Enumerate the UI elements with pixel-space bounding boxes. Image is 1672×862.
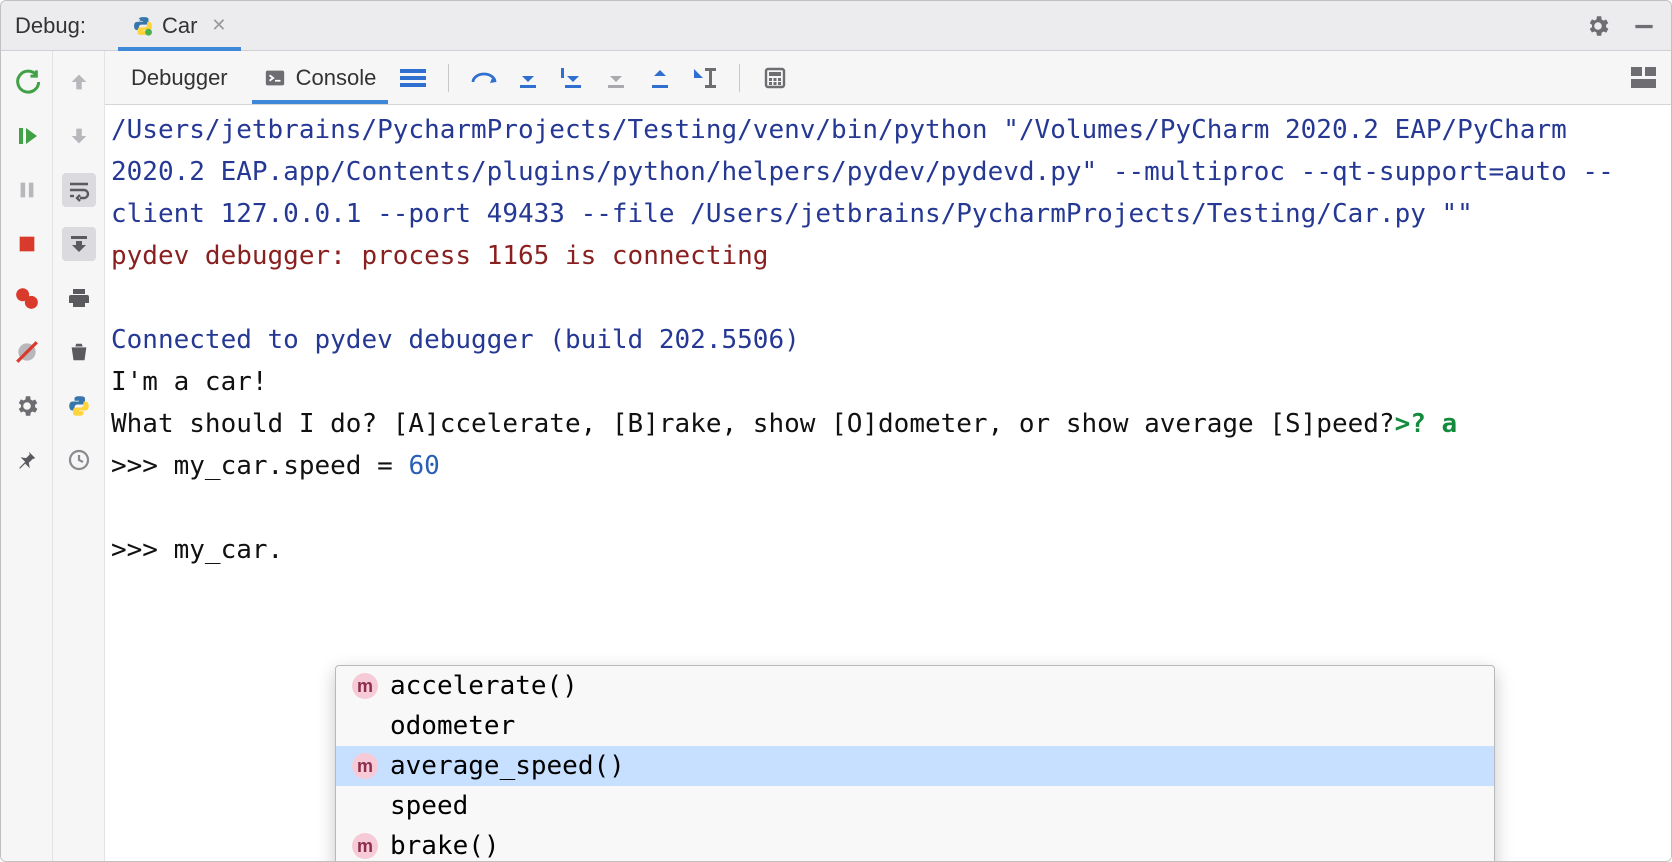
tab-label: Car (162, 13, 197, 39)
up-arrow-icon[interactable] (62, 65, 96, 99)
right-pane: Debugger Console (105, 51, 1671, 861)
force-step-into-icon[interactable] (597, 59, 635, 97)
down-arrow-icon[interactable] (62, 119, 96, 153)
threads-icon[interactable] (394, 59, 432, 97)
tab-debugger-label: Debugger (131, 65, 228, 91)
console-out2: What should I do? [A]ccelerate, [B]rake,… (111, 403, 1665, 445)
console-output[interactable]: /Users/jetbrains/PycharmProjects/Testing… (105, 105, 1671, 861)
method-badge-icon: m (352, 673, 378, 699)
completion-item-label: average_speed() (390, 745, 625, 787)
rerun-icon[interactable] (10, 65, 44, 99)
tab-car[interactable]: Car ✕ (118, 1, 241, 50)
console-icon (264, 67, 286, 89)
tool-window-title: Debug: (15, 13, 86, 39)
scroll-to-end-icon[interactable] (62, 227, 96, 261)
method-badge-icon: m (352, 833, 378, 859)
completion-item[interactable]: mspeed (336, 786, 1494, 826)
hide-icon[interactable] (1631, 13, 1657, 39)
debug-settings-icon[interactable] (10, 389, 44, 423)
print-icon[interactable] (62, 281, 96, 315)
python-console-icon[interactable] (62, 389, 96, 423)
completion-item-label: odometer (390, 705, 515, 747)
step-into-icon[interactable] (509, 59, 547, 97)
step-over-icon[interactable] (465, 59, 503, 97)
resume-icon[interactable] (10, 119, 44, 153)
body: Debugger Console (1, 51, 1671, 861)
debugger-toolbar: Debugger Console (105, 51, 1671, 105)
console-gutter-strip (53, 51, 105, 861)
console-out1: I'm a car! (111, 361, 1665, 403)
completion-popup: maccelerate()modometermaverage_speed()ms… (335, 665, 1495, 861)
completion-item[interactable]: m average_speed() (336, 746, 1494, 786)
completion-item-label: brake() (390, 825, 500, 861)
completion-item[interactable]: m accelerate() (336, 666, 1494, 706)
config-tabs: Car ✕ (118, 1, 241, 50)
mute-breakpoints-icon[interactable] (10, 335, 44, 369)
history-icon[interactable] (62, 443, 96, 477)
tab-console-label: Console (296, 65, 377, 91)
console-pydev-connecting: pydev debugger: process 1165 is connecti… (111, 235, 1665, 277)
console-connected: Connected to pydev debugger (build 202.5… (111, 319, 1665, 361)
gear-icon[interactable] (1585, 13, 1611, 39)
step-out-icon[interactable] (641, 59, 679, 97)
completion-item[interactable]: m brake() (336, 826, 1494, 861)
soft-wrap-icon[interactable] (62, 173, 96, 207)
method-badge-icon: m (352, 753, 378, 779)
close-icon[interactable]: ✕ (211, 15, 226, 36)
console-command-line: /Users/jetbrains/PycharmProjects/Testing… (111, 109, 1665, 235)
console-repl-line-2[interactable]: >>> my_car. (111, 529, 1665, 571)
pin-icon[interactable] (10, 443, 44, 477)
view-breakpoints-icon[interactable] (10, 281, 44, 315)
completion-item[interactable]: modometer (336, 706, 1494, 746)
pause-icon[interactable] (10, 173, 44, 207)
python-file-icon (132, 15, 154, 37)
evaluate-expression-icon[interactable] (756, 59, 794, 97)
layout-settings-icon[interactable] (1625, 59, 1663, 97)
tab-debugger[interactable]: Debugger (113, 51, 246, 104)
completion-item-label: speed (390, 785, 468, 827)
run-to-cursor-icon[interactable] (685, 59, 723, 97)
debug-tool-window: Debug: Car ✕ (0, 0, 1672, 862)
trash-icon[interactable] (62, 335, 96, 369)
step-into-my-code-icon[interactable] (553, 59, 591, 97)
completion-item-label: accelerate() (390, 666, 578, 707)
stop-icon[interactable] (10, 227, 44, 261)
titlebar: Debug: Car ✕ (1, 1, 1671, 51)
console-repl-line-1: >>> my_car.speed = 60 (111, 445, 1665, 487)
debug-actions-strip (1, 51, 53, 861)
divider (448, 64, 449, 92)
divider (739, 64, 740, 92)
tab-console[interactable]: Console (246, 51, 395, 104)
completion-list: maccelerate()modometermaverage_speed()ms… (336, 666, 1494, 861)
